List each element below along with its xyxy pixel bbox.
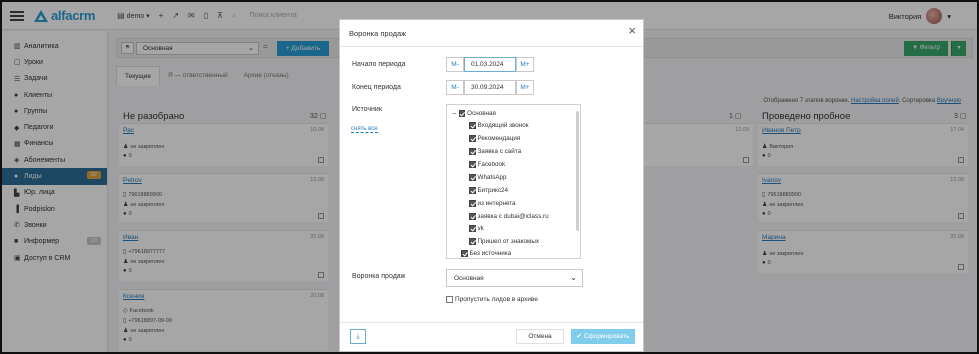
end-period-label: Конец периода (352, 84, 401, 91)
checkbox-checked-icon[interactable] (469, 135, 476, 142)
source-item[interactable]: Рекомендация (469, 135, 520, 142)
checkbox-checked-icon[interactable] (469, 174, 476, 181)
source-item-label: Пришел от знакомых (477, 238, 540, 245)
source-item[interactable]: Входящий звонок (469, 122, 529, 129)
collapse-icon[interactable]: − (452, 109, 457, 118)
no-source-label: Без источника (469, 250, 512, 257)
source-item[interactable]: Facebook (469, 161, 505, 168)
close-icon[interactable]: × (628, 23, 636, 38)
modal-title: Воронка продаж (349, 29, 407, 38)
source-item[interactable]: WhatsApp (469, 174, 507, 181)
start-plus-month-button[interactable]: M+ (516, 57, 534, 72)
source-tree: − Основная Входящий звонок Рекомендация З… (446, 104, 581, 259)
funnel-label: Воронка продаж (352, 273, 406, 280)
end-plus-month-button[interactable]: M+ (516, 80, 534, 95)
cancel-button[interactable]: Отмена (516, 329, 564, 344)
funnel-select-value: Основная (454, 275, 484, 282)
start-date-input[interactable]: 01.03.2024 (464, 57, 516, 72)
checkbox-checked-icon[interactable] (469, 148, 476, 155)
source-item[interactable]: Заявка с сайта (469, 148, 521, 155)
funnel-select[interactable]: Основная ⌄ (446, 269, 583, 287)
tree-scrollbar[interactable] (576, 111, 579, 231)
checkbox-checked-icon[interactable] (469, 161, 476, 168)
tree-root[interactable]: − Основная (452, 109, 496, 118)
source-item[interactable]: из интернета (469, 200, 516, 207)
modal-divider (340, 322, 643, 323)
skip-archive-checkbox[interactable]: Пропустить лидов в архиве (446, 296, 538, 303)
checkbox-checked-icon[interactable] (458, 110, 466, 117)
checkbox-empty-icon[interactable] (446, 296, 453, 303)
source-label: Источник (352, 106, 382, 113)
checkbox-checked-icon[interactable] (469, 187, 476, 194)
source-item-label: Рекомендация (477, 135, 521, 142)
checkbox-checked-icon[interactable] (469, 200, 476, 207)
chevron-down-icon: ⌄ (570, 273, 577, 282)
end-minus-month-button[interactable]: M- (446, 80, 464, 95)
tree-root-label: Основная (467, 110, 496, 117)
source-item-label: Facebook (477, 161, 506, 168)
start-minus-month-button[interactable]: M- (446, 57, 464, 72)
end-date-input[interactable]: 30.09.2024 (464, 80, 516, 95)
skip-archive-label: Пропустить лидов в архиве (455, 296, 539, 303)
checkbox-checked-icon[interactable] (469, 238, 476, 245)
checkbox-checked-icon[interactable] (469, 213, 476, 220)
source-item-label: заявка с dubai@iclass.ru (477, 213, 549, 220)
app-window: alfacrm ▤ demo ▾ + ↗ ✉ ▯ ⊼ ⌕ Поиск клиен… (0, 0, 979, 354)
source-item[interactable]: заявка с dubai@iclass.ru (469, 213, 549, 220)
source-item-label: WhatsApp (477, 174, 507, 181)
source-item[interactable]: vk (469, 225, 484, 232)
source-item[interactable]: Пришел от знакомых (469, 238, 539, 245)
generate-button[interactable]: ✔ Сформировать (571, 329, 635, 344)
source-item-label: vk (477, 225, 484, 232)
no-source-item[interactable]: Без источника (461, 250, 511, 257)
source-item-label: из интернета (477, 200, 516, 207)
source-item-label: Заявка с сайта (477, 148, 522, 155)
checkbox-checked-icon[interactable] (461, 250, 468, 257)
checkbox-checked-icon[interactable] (469, 225, 476, 232)
download-icon[interactable]: ⤓ (350, 329, 366, 344)
clear-all-link[interactable]: снять все (351, 126, 378, 133)
modal-divider (340, 46, 643, 47)
start-period-label: Начало периода (352, 61, 406, 68)
source-item[interactable]: Битрикс24 (469, 187, 508, 194)
source-item-label: Битрикс24 (477, 187, 509, 194)
source-item-label: Входящий звонок (477, 122, 529, 129)
checkbox-checked-icon[interactable] (469, 122, 476, 129)
